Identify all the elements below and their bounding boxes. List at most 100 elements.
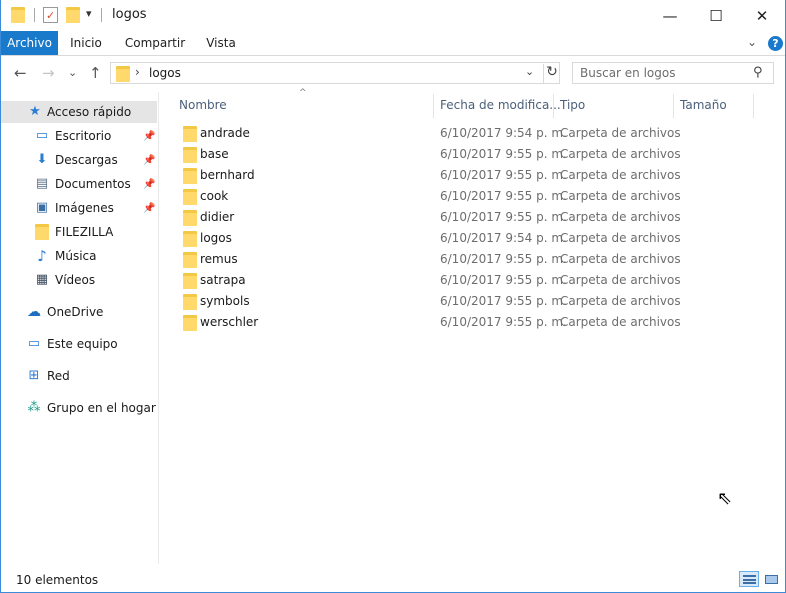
tab-compartir[interactable]: Compartir [119, 31, 191, 55]
pictures-icon: ▣ [35, 200, 49, 215]
details-view-icon [743, 575, 756, 584]
refresh-icon[interactable]: ↻ [543, 64, 560, 84]
sidebar-item-label: Acceso rápido [47, 105, 132, 119]
breadcrumb-current[interactable]: logos [149, 66, 181, 80]
table-row[interactable]: remus 6/10/2017 9:55 p. m. Carpeta de ar… [161, 249, 785, 270]
column-header-type[interactable]: Tipo [560, 92, 585, 118]
breadcrumb-separator[interactable]: › [135, 65, 140, 79]
forward-arrow-icon[interactable]: → [42, 64, 55, 82]
table-row[interactable]: base 6/10/2017 9:55 p. m. Carpeta de arc… [161, 144, 785, 165]
search-input[interactable] [573, 63, 749, 83]
file-type: Carpeta de archivos [560, 126, 681, 140]
file-type: Carpeta de archivos [560, 210, 681, 224]
star-icon: ★ [29, 104, 41, 119]
sidebar-item-musica[interactable]: ♪ Música [1, 245, 157, 267]
folder-icon [11, 7, 25, 23]
sidebar-item-onedrive[interactable]: ☁ OneDrive [1, 301, 157, 323]
properties-icon[interactable]: ✓ [43, 7, 58, 23]
sidebar-item-acceso-rapido[interactable]: ★ Acceso rápido [1, 101, 157, 123]
address-dropdown-icon[interactable]: ⌄ [525, 65, 534, 78]
sidebar-item-escritorio[interactable]: ▭ Escritorio 📌 [1, 125, 157, 147]
file-date: 6/10/2017 9:55 p. m. [440, 168, 567, 182]
file-date: 6/10/2017 9:55 p. m. [440, 315, 567, 329]
file-list: ^ Nombre Fecha de modifica... Tipo Tamañ… [161, 88, 785, 564]
sidebar-item-filezilla[interactable]: FILEZILLA [1, 221, 157, 243]
file-name: satrapa [200, 273, 246, 287]
table-row[interactable]: andrade 6/10/2017 9:54 p. m. Carpeta de … [161, 123, 785, 144]
file-name: base [200, 147, 229, 161]
customize-toolbar-icon[interactable]: ▾ [86, 7, 92, 20]
column-divider[interactable] [673, 94, 674, 118]
title-bar[interactable]: ✓ ▾ logos — ☐ ✕ [1, 0, 785, 31]
table-row[interactable]: didier 6/10/2017 9:55 p. m. Carpeta de a… [161, 207, 785, 228]
sidebar-item-imagenes[interactable]: ▣ Imágenes 📌 [1, 197, 157, 219]
minimize-button[interactable]: — [647, 0, 693, 31]
column-divider[interactable] [553, 94, 554, 118]
folder-icon [35, 224, 49, 240]
table-row[interactable]: symbols 6/10/2017 9:55 p. m. Carpeta de … [161, 291, 785, 312]
file-date: 6/10/2017 9:54 p. m. [440, 231, 567, 245]
column-divider[interactable] [753, 94, 754, 118]
column-divider[interactable] [433, 94, 434, 118]
file-date: 6/10/2017 9:55 p. m. [440, 147, 567, 161]
details-view-button[interactable] [739, 571, 759, 587]
pin-icon[interactable]: 📌 [143, 203, 155, 214]
column-header-size[interactable]: Tamaño [680, 92, 727, 118]
address-bar[interactable]: › logos ⌄ ↻ [110, 62, 560, 84]
column-header-date[interactable]: Fecha de modifica... [440, 92, 561, 118]
back-arrow-icon[interactable]: ← [14, 64, 27, 82]
sidebar-item-descargas[interactable]: ⬇ Descargas 📌 [1, 149, 157, 171]
sidebar-item-documentos[interactable]: ▤ Documentos 📌 [1, 173, 157, 195]
file-explorer-window: ✓ ▾ logos — ☐ ✕ Archivo Inicio Compartir… [0, 0, 786, 593]
folder-icon [183, 315, 197, 331]
table-row[interactable]: bernhard 6/10/2017 9:55 p. m. Carpeta de… [161, 165, 785, 186]
file-date: 6/10/2017 9:55 p. m. [440, 252, 567, 266]
help-icon[interactable]: ? [768, 36, 783, 51]
videos-icon: ▦ [35, 272, 49, 287]
file-name: bernhard [200, 168, 255, 182]
maximize-button[interactable]: ☐ [693, 0, 739, 31]
close-button[interactable]: ✕ [739, 0, 785, 31]
sidebar-item-label: Este equipo [47, 337, 118, 351]
sidebar-item-red[interactable]: ⊞ Red [1, 365, 157, 387]
tab-vista[interactable]: Vista [199, 31, 243, 55]
sidebar-item-label: Vídeos [55, 273, 96, 287]
pin-icon[interactable]: 📌 [143, 179, 155, 190]
sidebar-item-label: Música [55, 249, 97, 263]
table-row[interactable]: werschler 6/10/2017 9:55 p. m. Carpeta d… [161, 312, 785, 333]
expand-ribbon-icon[interactable]: ⌄ [747, 35, 757, 49]
table-row[interactable]: satrapa 6/10/2017 9:55 p. m. Carpeta de … [161, 270, 785, 291]
file-date: 6/10/2017 9:55 p. m. [440, 294, 567, 308]
up-arrow-icon[interactable]: ↑ [89, 64, 102, 82]
tab-archivo[interactable]: Archivo [1, 31, 58, 55]
desktop-icon: ▭ [35, 128, 49, 143]
file-name: remus [200, 252, 238, 266]
tab-inicio[interactable]: Inicio [61, 31, 111, 55]
folder-icon [183, 273, 197, 289]
search-box[interactable]: ⚲ [572, 62, 774, 84]
large-icons-view-icon [765, 575, 778, 584]
column-header-name[interactable]: Nombre [179, 92, 227, 118]
pin-icon[interactable]: 📌 [143, 155, 155, 166]
window-title: logos [112, 7, 147, 22]
sidebar-item-label: OneDrive [47, 305, 104, 319]
file-type: Carpeta de archivos [560, 147, 681, 161]
sidebar-item-label: Descargas [55, 153, 118, 167]
ribbon-tabs: Archivo Inicio Compartir Vista ⌄ ? [1, 31, 785, 56]
navigation-pane: ★ Acceso rápido ▭ Escritorio 📌 ⬇ Descarg… [1, 92, 159, 564]
table-row[interactable]: cook 6/10/2017 9:55 p. m. Carpeta de arc… [161, 186, 785, 207]
file-type: Carpeta de archivos [560, 252, 681, 266]
pin-icon[interactable]: 📌 [143, 131, 155, 142]
table-row[interactable]: logos 6/10/2017 9:54 p. m. Carpeta de ar… [161, 228, 785, 249]
folder-icon [116, 66, 130, 82]
file-type: Carpeta de archivos [560, 189, 681, 203]
large-icons-view-button[interactable] [761, 571, 781, 587]
recent-locations-icon[interactable]: ⌄ [68, 66, 77, 79]
sidebar-item-este-equipo[interactable]: ▭ Este equipo [1, 333, 157, 355]
sidebar-item-grupo-en-el-hogar[interactable]: ⁂ Grupo en el hogar [1, 397, 157, 419]
search-icon[interactable]: ⚲ [753, 65, 763, 80]
new-folder-icon[interactable] [66, 7, 80, 23]
file-name: andrade [200, 126, 250, 140]
sidebar-item-videos[interactable]: ▦ Vídeos [1, 269, 157, 291]
homegroup-icon: ⁂ [27, 400, 41, 415]
